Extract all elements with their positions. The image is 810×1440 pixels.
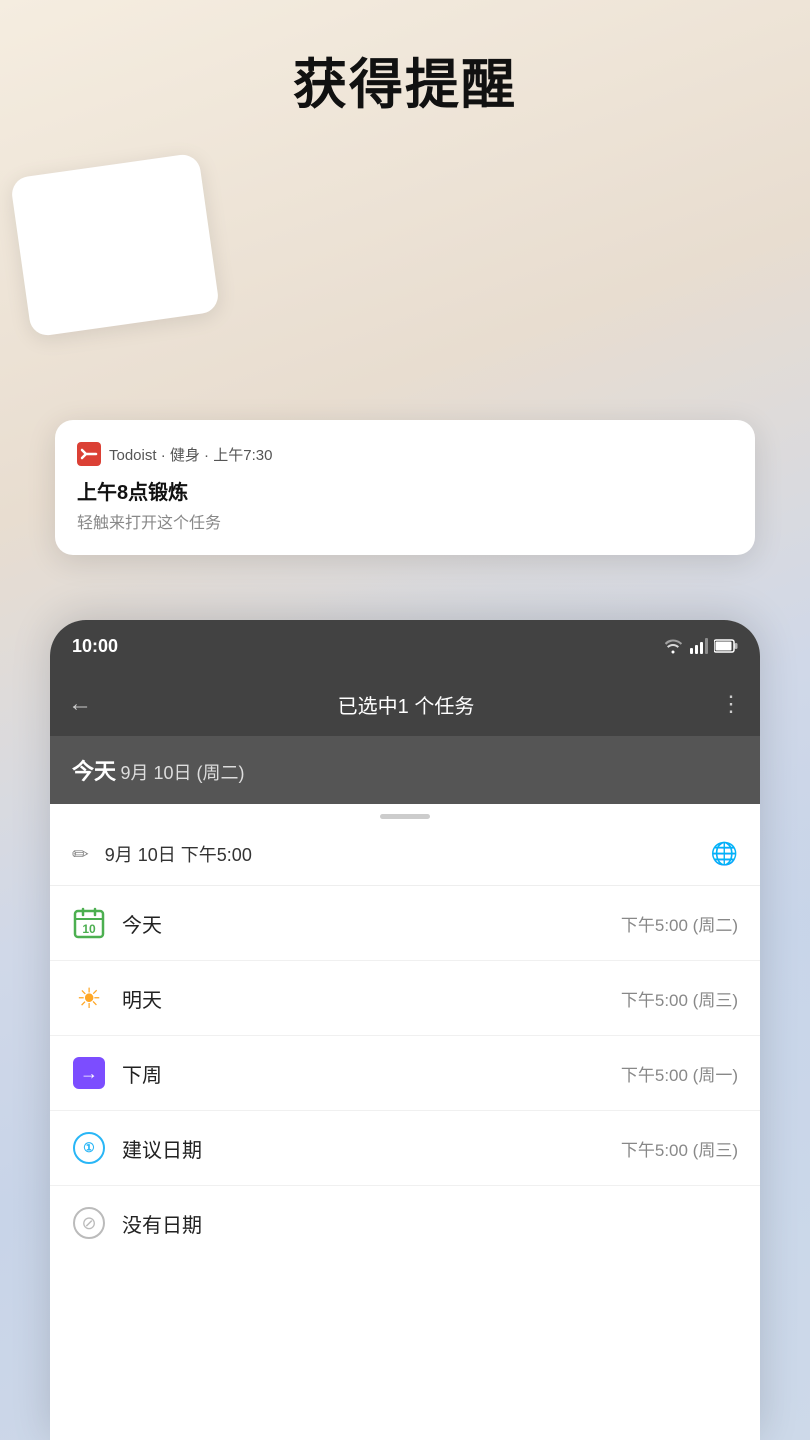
notification-header: Todoist · 健身 · 上午7:30	[77, 442, 729, 466]
notification-card: Todoist · 健身 · 上午7:30 上午8点锻炼 轻触来打开这个任务	[55, 420, 755, 555]
date-header-today: 今天	[72, 759, 116, 784]
suggest-icon: ①	[72, 1131, 106, 1165]
globe-icon: 🌐	[711, 841, 738, 867]
back-button[interactable]: ←	[68, 690, 92, 718]
calendar-icon: 10	[72, 906, 106, 940]
svg-text:10: 10	[82, 922, 96, 936]
item-label-today: 今天	[122, 909, 605, 938]
next-week-icon: →	[72, 1056, 106, 1090]
no-date-icon: ⊘	[72, 1206, 106, 1240]
date-row-text: 9月 10日 下午5:00	[105, 841, 695, 867]
item-time-next-week: 下午5:00 (周一)	[621, 1061, 738, 1086]
item-label-no-date: 没有日期	[122, 1209, 722, 1238]
item-label-next-week: 下周	[122, 1059, 605, 1088]
date-header-date: 9月 10日 (周二)	[120, 763, 244, 783]
list-section: 10 今天 下午5:00 (周二) ☀ 明天 下午5:00 (周三) → 下周 …	[50, 886, 760, 1260]
item-time-today: 下午5:00 (周二)	[621, 911, 738, 936]
scroll-indicator	[50, 804, 760, 823]
pencil-icon: ✏	[72, 842, 89, 867]
list-item[interactable]: ⊘ 没有日期	[50, 1186, 760, 1260]
notification-app-info: Todoist · 健身 · 上午7:30	[109, 444, 272, 465]
list-item[interactable]: ☀ 明天 下午5:00 (周三)	[50, 961, 760, 1036]
scroll-bar	[380, 814, 430, 819]
status-bar: 10:00	[50, 620, 760, 672]
date-row[interactable]: ✏ 9月 10日 下午5:00 🌐	[50, 823, 760, 886]
list-item[interactable]: ① 建议日期 下午5:00 (周三)	[50, 1111, 760, 1186]
top-bar: ← 已选中1 个任务 ⋮	[50, 672, 760, 736]
todoist-logo-icon	[77, 442, 101, 466]
date-header: 今天 9月 10日 (周二)	[50, 736, 760, 804]
status-time: 10:00	[72, 636, 118, 657]
status-icons	[662, 638, 738, 654]
item-time-tomorrow: 下午5:00 (周三)	[621, 986, 738, 1011]
more-button[interactable]: ⋮	[720, 691, 742, 717]
list-item[interactable]: 10 今天 下午5:00 (周二)	[50, 886, 760, 961]
notification-subtitle: 轻触来打开这个任务	[77, 509, 729, 533]
signal-icon	[690, 638, 708, 654]
item-label-suggest: 建议日期	[122, 1134, 605, 1163]
item-label-tomorrow: 明天	[122, 984, 605, 1013]
battery-icon	[714, 639, 738, 653]
item-time-suggest: 下午5:00 (周三)	[621, 1136, 738, 1161]
sun-icon: ☀	[72, 981, 106, 1015]
page-title: 获得提醒	[0, 40, 810, 119]
list-item[interactable]: → 下周 下午5:00 (周一)	[50, 1036, 760, 1111]
phone-frame: 10:00 ← 已选中1 个任务	[50, 620, 760, 1440]
top-bar-title: 已选中1 个任务	[108, 690, 704, 719]
wifi-icon	[662, 638, 684, 654]
notification-title: 上午8点锻炼	[77, 476, 729, 505]
decorative-card	[10, 153, 220, 338]
